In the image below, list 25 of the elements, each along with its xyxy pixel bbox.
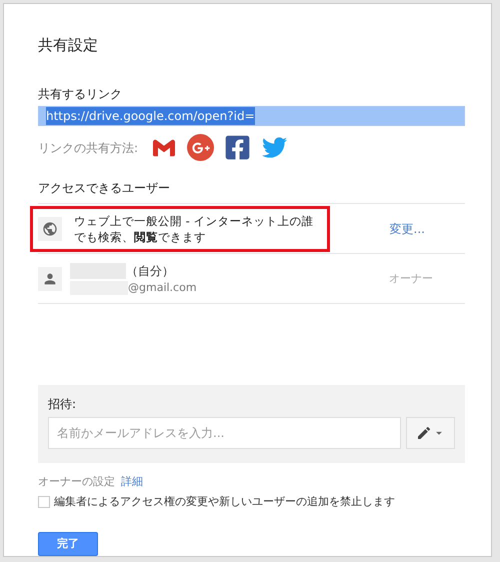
role-label: オーナー: [389, 270, 433, 287]
twitter-icon[interactable]: [261, 135, 288, 160]
share-label: リンクの共有方法:: [38, 140, 138, 157]
owner-name-suffix: （自分）: [126, 262, 174, 280]
change-link[interactable]: 変更...: [390, 220, 425, 238]
pencil-icon: [416, 425, 432, 442]
google-plus-icon[interactable]: [187, 134, 214, 162]
globe-icon: [38, 216, 62, 241]
access-label: アクセスできるユーザー: [38, 180, 171, 198]
link-label: 共有するリンク: [38, 86, 123, 102]
invite-label: 招待:: [48, 396, 78, 414]
checkbox-label: 編集者によるアクセス権の変更や新しいユーザーの追加を禁止します: [54, 494, 395, 510]
link-field[interactable]: https://drive.google.com/open?id=: [38, 106, 465, 126]
person-icon: [38, 266, 62, 291]
details-link[interactable]: 詳細: [121, 474, 143, 491]
facebook-icon[interactable]: [224, 134, 252, 162]
permission-button[interactable]: [406, 417, 455, 450]
done-button[interactable]: 完了: [38, 532, 98, 556]
visibility-description: ウェブ上で一般公開 - インターネット上の誰でも検索、閲覧できます: [74, 212, 314, 245]
owner-email: @gmail.com: [128, 280, 197, 296]
checkbox[interactable]: [38, 496, 50, 508]
owner-settings-label: オーナーの設定: [38, 474, 115, 490]
dialog-title: 共有設定: [38, 35, 99, 56]
invite-field[interactable]: 名前かメールアドレスを入力...: [48, 417, 401, 450]
mail-icon[interactable]: [151, 136, 178, 159]
